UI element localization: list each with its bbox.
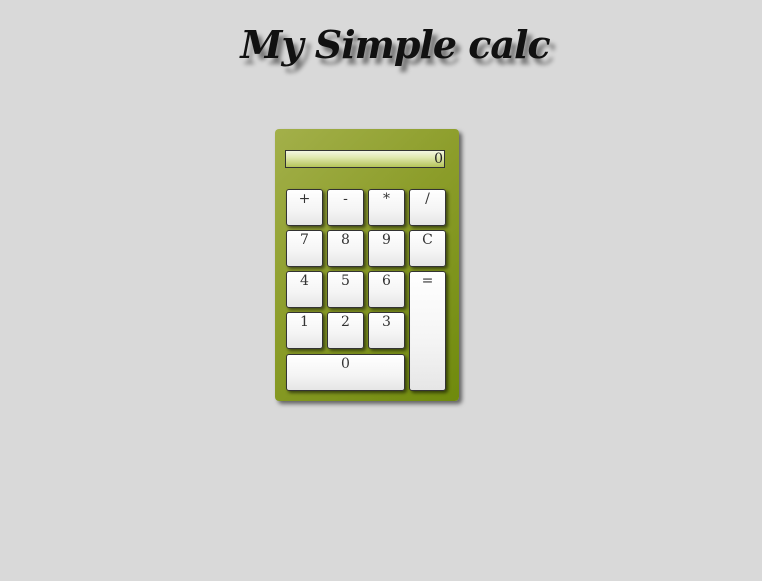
digit-3-button[interactable]: 3 <box>368 312 405 349</box>
clear-button[interactable]: C <box>409 230 446 267</box>
minus-button[interactable]: - <box>327 189 364 226</box>
digit-9-button[interactable]: 9 <box>368 230 405 267</box>
digit-6-button[interactable]: 6 <box>368 271 405 308</box>
equals-button[interactable]: = <box>409 271 446 391</box>
digit-1-button[interactable]: 1 <box>286 312 323 349</box>
page-title: My Simple calc <box>240 22 550 67</box>
digit-4-button[interactable]: 4 <box>286 271 323 308</box>
digit-5-button[interactable]: 5 <box>327 271 364 308</box>
digit-7-button[interactable]: 7 <box>286 230 323 267</box>
calculator-display: 0 <box>285 150 445 168</box>
multiply-button[interactable]: * <box>368 189 405 226</box>
digit-8-button[interactable]: 8 <box>327 230 364 267</box>
divide-button[interactable]: / <box>409 189 446 226</box>
plus-button[interactable]: + <box>286 189 323 226</box>
digit-2-button[interactable]: 2 <box>327 312 364 349</box>
digit-0-button[interactable]: 0 <box>286 354 405 391</box>
calculator: 0 + - * / 7 8 9 C 4 5 6 = 1 2 3 0 <box>275 129 459 401</box>
